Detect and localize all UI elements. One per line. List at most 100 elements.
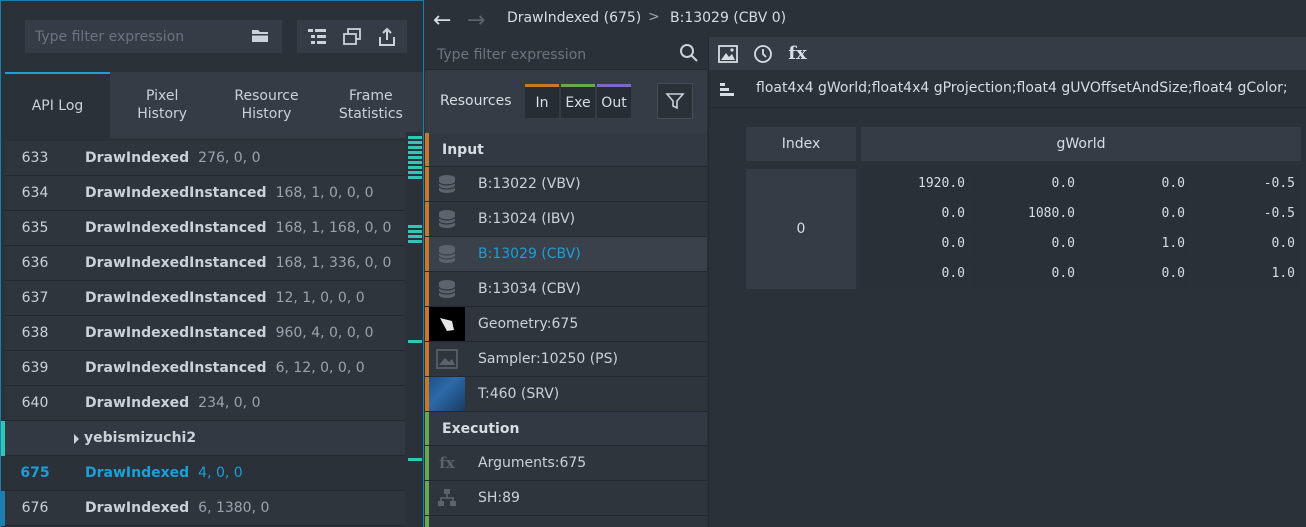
filter-button[interactable]	[657, 83, 693, 119]
section-execution[interactable]: Execution	[425, 412, 707, 446]
input-stripe	[425, 133, 429, 166]
matrix-cell[interactable]: 0.0	[861, 259, 969, 288]
resource-item[interactable]: SH:89	[425, 481, 707, 516]
back-arrow-icon[interactable]: ←	[433, 8, 451, 33]
resource-item[interactable]: B:13022 (VBV)	[425, 167, 707, 202]
resource-item[interactable]: Geometry:675	[425, 307, 707, 342]
resource-item[interactable]: B:13034 (CBV)	[425, 272, 707, 307]
api-row[interactable]: 638 DrawIndexedInstanced 960, 4, 0, 0, 0	[5, 316, 405, 351]
api-group-row[interactable]: yebismizuchi2	[1, 421, 405, 456]
toggle-execution[interactable]: Exe	[561, 84, 595, 118]
tree-list-icon[interactable]	[300, 20, 333, 53]
image-icon[interactable]	[711, 37, 744, 70]
resource-item[interactable]: T:460 (SRV)	[425, 377, 707, 412]
call-function: DrawIndexed	[85, 150, 190, 166]
matrix-cell[interactable]: 1.0	[1081, 229, 1189, 258]
input-stripe	[425, 342, 429, 376]
api-row[interactable]: 634 DrawIndexedInstanced 168, 1, 0, 0, 0	[5, 176, 405, 211]
breadcrumb-separator: >	[648, 9, 660, 25]
section-label: Input	[442, 141, 484, 158]
column-header-index[interactable]: Index	[746, 127, 856, 161]
windows-icon[interactable]	[335, 20, 368, 53]
api-row[interactable]: 636 DrawIndexedInstanced 168, 1, 336, 0,…	[5, 246, 405, 281]
matrix-cell[interactable]: 0.0	[861, 229, 969, 258]
tab-pixel-history[interactable]: Pixel History	[110, 72, 214, 138]
resource-label: SH:89	[478, 490, 520, 506]
api-row[interactable]: 640 DrawIndexed 234, 0, 0	[5, 386, 405, 421]
resource-item[interactable]: B:13024 (IBV)	[425, 202, 707, 237]
matrix-cell[interactable]: -0.5	[1191, 199, 1299, 228]
expand-arrow-icon[interactable]	[73, 434, 80, 444]
api-row-selected[interactable]: 675 DrawIndexed 4, 0, 0	[5, 456, 405, 491]
matrix-cell[interactable]: 0.0	[1081, 169, 1189, 198]
matrix-cell[interactable]: 1.0	[1191, 259, 1299, 288]
matrix-cell[interactable]: 0.0	[1081, 199, 1189, 228]
matrix-cell[interactable]: -0.5	[1191, 169, 1299, 198]
matrix-cell[interactable]: 0.0	[1081, 259, 1189, 288]
tab-api-log[interactable]: API Log	[5, 72, 110, 138]
matrix-cell[interactable]: 1080.0	[971, 199, 1079, 228]
row-index-cell: 0	[746, 169, 856, 289]
call-args: 168, 1, 0, 0, 0	[275, 185, 374, 201]
tab-frame-statistics[interactable]: Frame Statistics	[319, 72, 423, 138]
call-number: 633	[21, 150, 49, 166]
resource-filter-input[interactable]	[437, 44, 667, 66]
minimap-mark	[408, 225, 422, 228]
struct-definition[interactable]: float4x4 gWorld;float4x4 gProjection;flo…	[756, 80, 1288, 96]
api-row[interactable]: 633 DrawIndexed 276, 0, 0	[5, 141, 405, 176]
matrix-cell[interactable]: 0.0	[971, 169, 1079, 198]
minimap-mark	[408, 136, 422, 139]
event-minimap-scrollbar[interactable]	[406, 132, 422, 527]
api-row[interactable]: 637 DrawIndexedInstanced 12, 1, 0, 0, 0	[5, 281, 405, 316]
clock-icon[interactable]	[746, 37, 779, 70]
call-function: DrawIndexedInstanced	[85, 185, 267, 201]
execution-stripe	[425, 481, 429, 515]
resource-item-selected[interactable]: B:13029 (CBV)	[425, 237, 707, 272]
tab-resource-history[interactable]: Resource History	[214, 72, 318, 138]
minimap-mark	[408, 458, 422, 461]
api-row[interactable]: 676 DrawIndexed 6, 1380, 0	[1, 491, 405, 526]
resources-panel: Resources In Exe Out Input B:13022 (VBV)…	[425, 37, 707, 527]
minimap-mark	[408, 340, 422, 343]
api-row[interactable]: 635 DrawIndexedInstanced 168, 1, 168, 0,…	[5, 211, 405, 246]
breadcrumb-draw-call[interactable]: DrawIndexed (675)	[507, 10, 641, 26]
minimap-mark	[408, 235, 422, 238]
database-icon	[429, 202, 465, 236]
api-filter-input[interactable]	[25, 20, 282, 53]
toggle-output[interactable]: Out	[597, 84, 631, 118]
struct-definition-bar: float4x4 gWorld;float4x4 gProjection;flo…	[709, 70, 1306, 108]
export-icon[interactable]	[370, 20, 403, 53]
section-input[interactable]: Input	[425, 133, 707, 167]
forward-arrow-icon[interactable]: →	[467, 8, 485, 33]
matrix-cell[interactable]: 0.0	[1191, 229, 1299, 258]
matrix-cell[interactable]: 1920.0	[861, 169, 969, 198]
resource-item[interactable]: Sampler:10250 (PS)	[425, 342, 707, 377]
resources-toolbar: Resources In Exe Out	[425, 70, 707, 133]
matrix-cell[interactable]: 0.0	[971, 229, 1079, 258]
search-icon[interactable]	[679, 43, 699, 63]
folder-icon[interactable]	[251, 28, 269, 43]
texture-thumbnail	[429, 377, 465, 411]
call-args: 6, 12, 0, 0, 0	[275, 360, 365, 376]
minimap-mark	[408, 156, 422, 159]
call-function: DrawIndexedInstanced	[85, 360, 267, 376]
resource-item[interactable]: fx Arguments:675	[425, 446, 707, 481]
input-stripe	[425, 167, 429, 201]
matrix-cell[interactable]: 0.0	[971, 259, 1079, 288]
column-header-gworld[interactable]: gWorld	[861, 127, 1301, 161]
call-number: 676	[21, 500, 49, 516]
struct-layout-icon[interactable]	[719, 82, 735, 96]
call-args: 12, 1, 0, 0, 0	[275, 290, 365, 306]
toggle-input[interactable]: In	[525, 84, 559, 118]
resource-item-partial[interactable]	[425, 516, 707, 527]
breadcrumb-resource[interactable]: B:13029 (CBV 0)	[670, 10, 786, 26]
matrix-cell[interactable]: 0.0	[861, 199, 969, 228]
fx-icon[interactable]: fx	[781, 37, 814, 70]
minimap-mark	[408, 161, 422, 164]
minimap-mark	[408, 171, 422, 174]
call-number: 636	[21, 255, 49, 271]
api-row[interactable]: 639 DrawIndexedInstanced 6, 12, 0, 0, 0	[5, 351, 405, 386]
call-args: 6, 1380, 0	[198, 500, 270, 516]
call-args: 168, 1, 336, 0, 0	[275, 255, 392, 271]
minimap-mark	[408, 230, 422, 233]
